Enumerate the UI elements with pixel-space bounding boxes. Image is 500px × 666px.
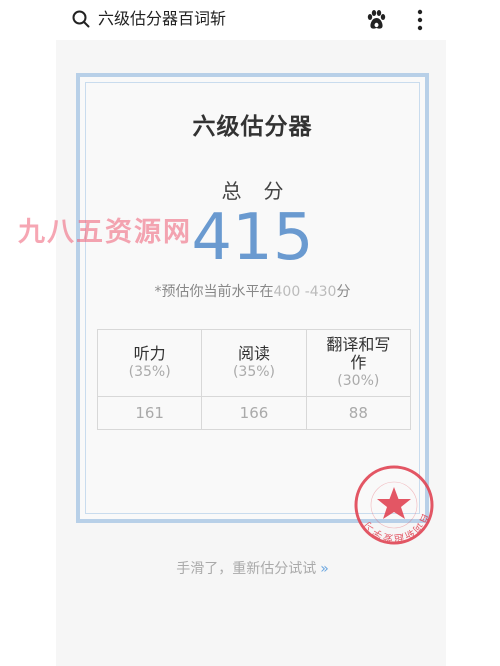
card-title: 六级估分器 (192, 114, 313, 140)
section-score-table: 听力 (35%) 阅读 (35%) 翻译和写作 (30%) 161 166 88 (96, 329, 412, 430)
table-header-row: 听力 (35%) 阅读 (35%) 翻译和写作 (30%) (96, 329, 412, 397)
translation-writing-weight: (30%) (337, 373, 380, 389)
retry-label[interactable]: 手滑了，重新估分试试 (176, 561, 316, 577)
reading-weight: (35%) (232, 364, 276, 380)
header-cell-reading: 阅读 (35%) (201, 329, 307, 397)
top-bar: 六级估分器百词斩 (0, 0, 500, 40)
more-options-icon[interactable] (410, 7, 430, 33)
search-icon[interactable] (72, 10, 90, 28)
listening-label: 听力 (133, 344, 166, 363)
reading-label: 阅读 (237, 344, 270, 363)
header-cell-listening: 听力 (35%) (96, 329, 203, 397)
retry-link[interactable]: 手滑了，重新估分试试» (56, 558, 446, 578)
total-score-label: 总分 (221, 179, 306, 203)
estimate-suffix: 分 (336, 284, 351, 300)
score-card: 六级估分器 总分 415 *预估你当前水平在400 -430分 听力 (35%)… (76, 73, 434, 545)
site-watermark: 九八五资源网 (18, 217, 192, 248)
search-query-text[interactable]: 六级估分器百词斩 (98, 9, 226, 29)
double-chevron-right-icon: » (320, 561, 328, 577)
baidu-paw-icon[interactable] (364, 8, 388, 32)
score-card-inner-border: 六级估分器 总分 415 *预估你当前水平在400 -430分 听力 (35%)… (85, 82, 420, 514)
red-seal-stamp: 百词斩超爱学习 (354, 465, 434, 545)
svg-text:百词斩超爱学习: 百词斩超爱学习 (362, 511, 432, 545)
listening-score: 161 (96, 396, 203, 430)
translation-writing-score: 88 (305, 396, 412, 430)
estimate-prefix: *预估你当前水平在 (154, 284, 274, 300)
estimate-range: 400 -430 (273, 284, 337, 300)
translation-writing-label: 翻译和写作 (326, 335, 391, 372)
reading-score: 166 (201, 396, 307, 430)
main-content: 六级估分器 总分 415 *预估你当前水平在400 -430分 听力 (35%)… (56, 40, 446, 666)
table-row: 161 166 88 (96, 396, 412, 430)
header-cell-translation-writing: 翻译和写作 (30%) (305, 329, 412, 397)
estimate-text: *预估你当前水平在400 -430分 (86, 281, 419, 301)
listening-weight: (35%) (128, 364, 171, 380)
